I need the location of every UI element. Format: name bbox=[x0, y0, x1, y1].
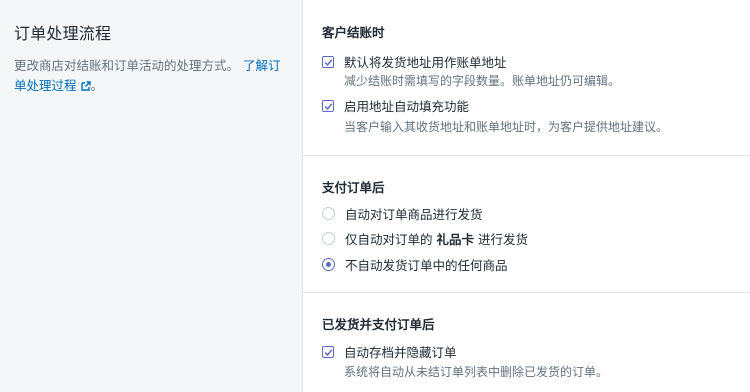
external-link-icon bbox=[80, 81, 91, 91]
option-label: 仅自动对订单的 礼品卡 进行发货 bbox=[345, 229, 528, 248]
option-help-text: 系统将自动从未结订单列表中删除已发货的订单。 bbox=[344, 365, 609, 379]
option-label: 默认将发货地址用作账单地址 bbox=[344, 55, 507, 70]
radio-no-auto-fulfill[interactable]: 不自动发货订单中的任何商品 bbox=[322, 255, 508, 274]
radio-checked-icon[interactable] bbox=[322, 258, 335, 271]
section-description: 更改商店对结账和订单活动的处理方式。 了解订单处理过程。 bbox=[14, 56, 284, 96]
order-processing-card: 客户结账时 默认将发货地址用作账单地址 减少结账时需填写的字段数量。账单地址仍可… bbox=[303, 0, 750, 392]
checkbox-checked-icon[interactable] bbox=[322, 55, 334, 68]
checkbox-address-autocomplete[interactable]: 启用地址自动填充功能 bbox=[322, 96, 469, 115]
option-label-bold: 礼品卡 bbox=[436, 232, 475, 247]
radio-unchecked-icon[interactable] bbox=[322, 232, 335, 245]
section-divider bbox=[303, 292, 750, 293]
option-label-pre: 仅自动对订单的 bbox=[345, 232, 433, 247]
settings-page: 订单处理流程 更改商店对结账和订单活动的处理方式。 了解订单处理过程。 客户结账… bbox=[0, 0, 750, 392]
section-heading: 订单处理流程 bbox=[14, 24, 112, 43]
radio-auto-fulfill-all[interactable]: 自动对订单商品进行发货 bbox=[322, 204, 483, 223]
section-annotation: 订单处理流程 更改商店对结账和订单活动的处理方式。 了解订单处理过程。 bbox=[0, 0, 303, 392]
description-period: 。 bbox=[90, 78, 104, 93]
checkout-section-title: 客户结账时 bbox=[322, 25, 385, 40]
radio-unchecked-icon[interactable] bbox=[322, 207, 335, 220]
radio-auto-fulfill-gift-cards[interactable]: 仅自动对订单的 礼品卡 进行发货 bbox=[322, 229, 528, 248]
option-label: 启用地址自动填充功能 bbox=[344, 99, 470, 114]
checkbox-checked-icon[interactable] bbox=[322, 99, 334, 112]
option-help-text: 减少结账时需填写的字段数量。账单地址仍可编辑。 bbox=[344, 74, 621, 88]
after-payment-section-title: 支付订单后 bbox=[322, 180, 385, 195]
description-text: 更改商店对结账和订单活动的处理方式。 bbox=[14, 58, 240, 73]
option-help-text: 当客户输入其收货地址和账单地址时，为客户提供地址建议。 bbox=[344, 120, 669, 134]
checkbox-checked-icon[interactable] bbox=[322, 345, 334, 358]
option-label: 自动存档并隐藏订单 bbox=[344, 345, 457, 360]
option-label: 自动对订单商品进行发货 bbox=[345, 207, 483, 222]
section-divider bbox=[303, 155, 750, 156]
option-label-post: 进行发货 bbox=[478, 232, 529, 247]
option-label: 不自动发货订单中的任何商品 bbox=[345, 258, 508, 273]
checkbox-auto-archive[interactable]: 自动存档并隐藏订单 bbox=[322, 342, 457, 361]
checkbox-default-shipping-as-billing[interactable]: 默认将发货地址用作账单地址 bbox=[322, 52, 507, 71]
after-fulfilled-section-title: 已发货并支付订单后 bbox=[322, 317, 435, 332]
